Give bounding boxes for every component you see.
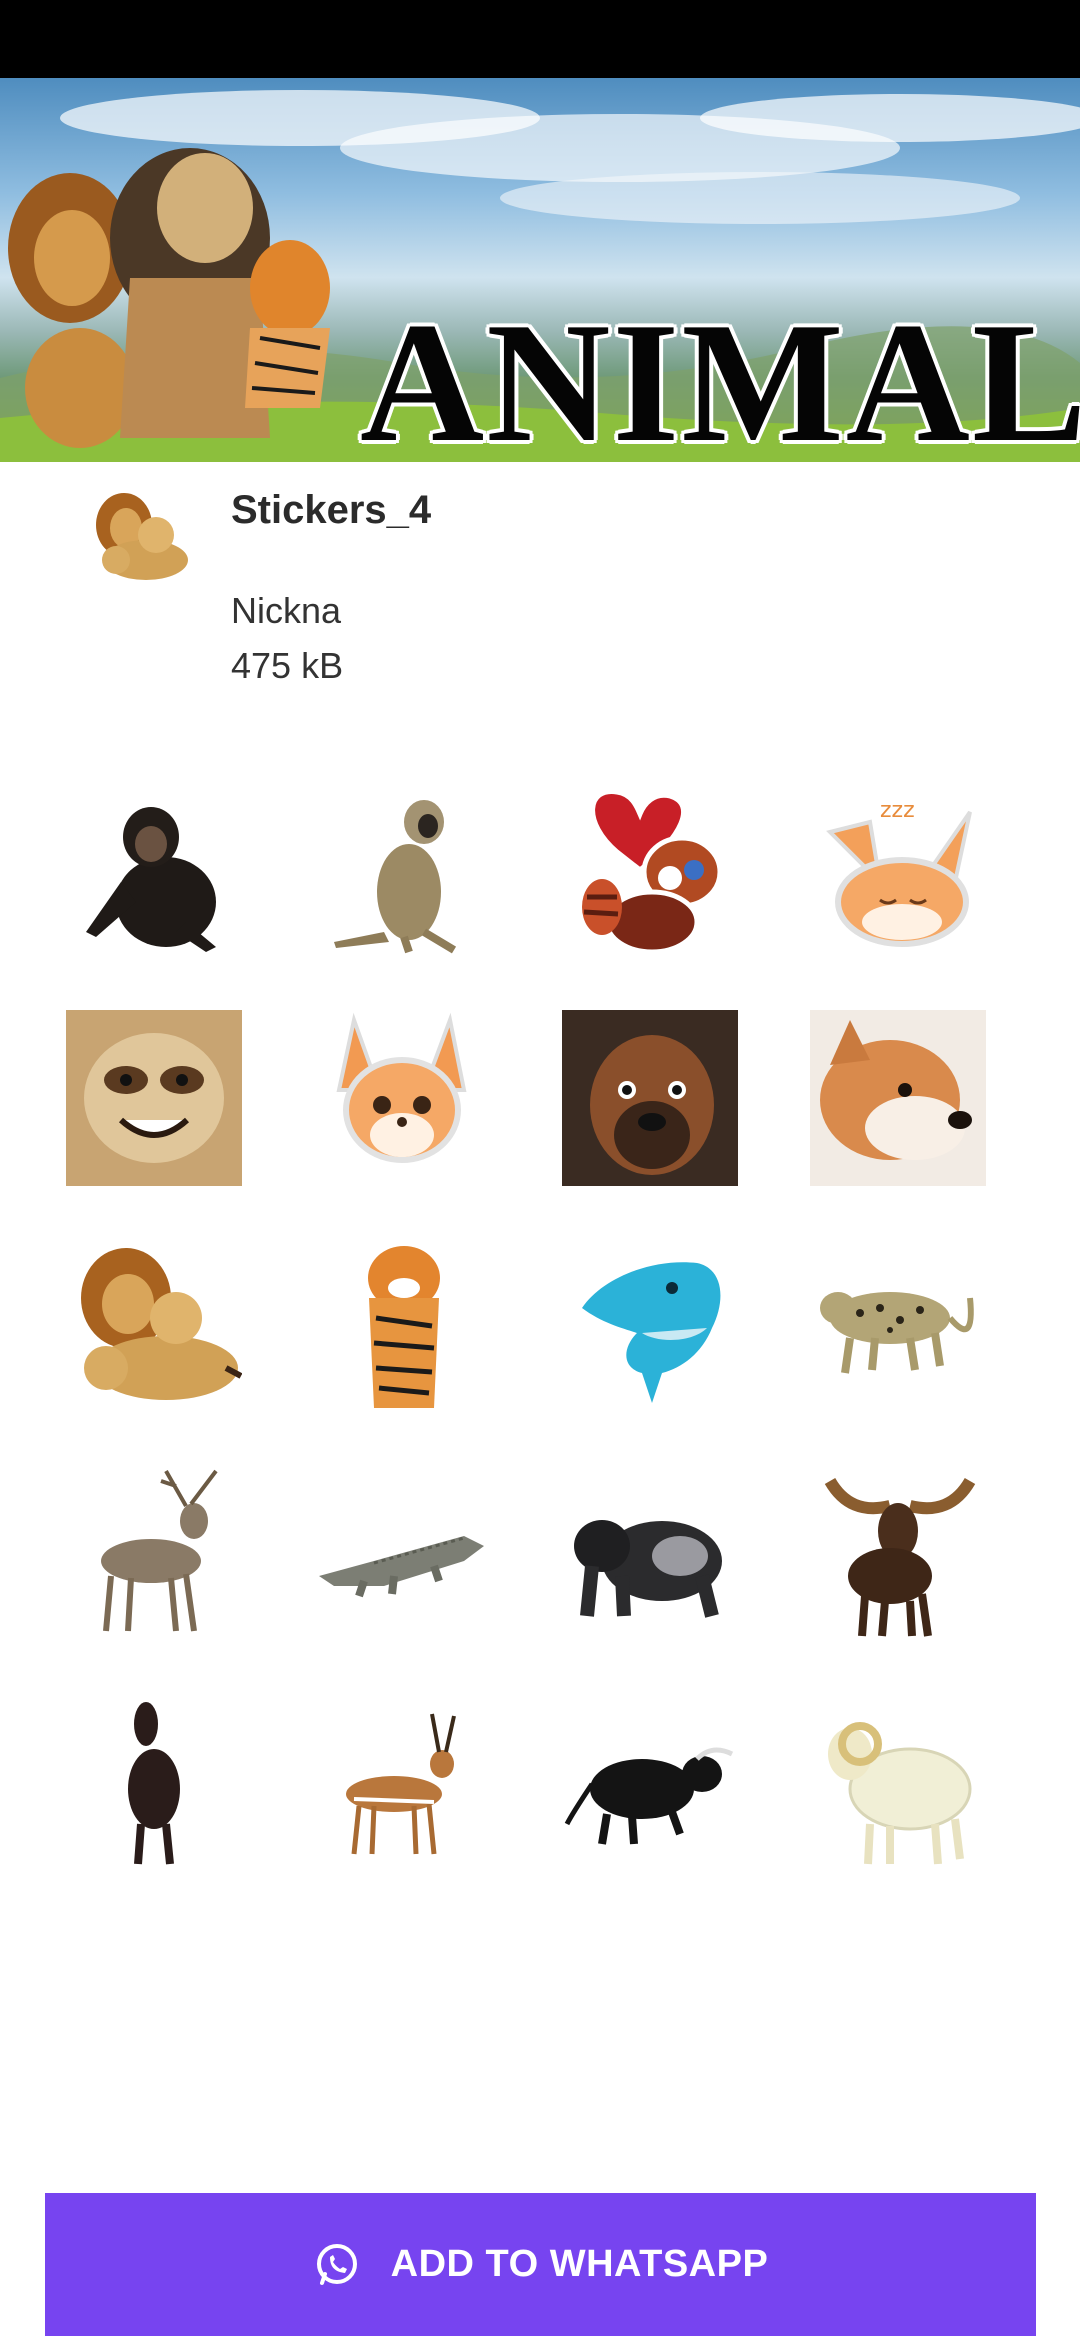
monkey-sticker[interactable]: [314, 782, 490, 958]
chimpanzee-icon: [86, 807, 216, 952]
status-bar: [0, 0, 1080, 78]
lion-family-icon: [96, 493, 188, 580]
leopard-icon: [820, 1292, 974, 1374]
red-panda-heart-sticker[interactable]: [562, 782, 738, 958]
deer-sticker[interactable]: [66, 1466, 242, 1642]
shiba-dog-photo-sticker[interactable]: [810, 1010, 986, 1186]
dolphin-icon: [582, 1262, 721, 1403]
antelope-icon: [346, 1713, 456, 1855]
sleeping-fox-sticker[interactable]: zzz: [810, 782, 986, 958]
add-to-whatsapp-label: ADD TO WHATSAPP: [390, 2243, 769, 2285]
tiger-sticker[interactable]: [314, 1238, 490, 1414]
sloth-icon: [66, 1010, 242, 1186]
sleeping-fox-icon: zzz: [826, 798, 972, 947]
pack-name: Stickers_4: [231, 488, 432, 532]
tiger-icon: [368, 1246, 440, 1408]
deer-icon: [101, 1469, 218, 1632]
crocodile-sticker[interactable]: [314, 1466, 490, 1642]
tray-icon: [84, 480, 194, 590]
horse-icon: [128, 1702, 180, 1865]
banner-title: ANIMAL: [360, 288, 1080, 462]
moose-sticker[interactable]: [810, 1466, 986, 1642]
boxer-dog-photo-sticker[interactable]: [562, 1010, 738, 1186]
whatsapp-icon: [316, 2243, 357, 2285]
crocodile-icon: [319, 1536, 484, 1598]
lion-family-sticker[interactable]: [66, 1238, 242, 1414]
dolphin-sticker[interactable]: [562, 1238, 738, 1414]
svg-text:zzz: zzz: [880, 798, 915, 823]
pack-banner: ANIMAL: [0, 78, 1080, 462]
boxer-dog-icon: [562, 1010, 738, 1186]
horse-sticker[interactable]: [66, 1694, 242, 1870]
ram-icon: [828, 1722, 972, 1865]
pack-size: 475 kB: [231, 645, 344, 686]
chimpanzee-sticker[interactable]: [66, 782, 242, 958]
gorilla-icon: [574, 1520, 722, 1618]
shiba-dog-icon: [810, 1010, 986, 1186]
cartoon-fox-sticker[interactable]: [314, 1010, 490, 1186]
leopard-sticker[interactable]: [810, 1238, 986, 1414]
ram-sticker[interactable]: [810, 1694, 986, 1870]
moose-icon: [824, 1477, 976, 1637]
gorilla-sticker[interactable]: [562, 1466, 738, 1642]
sticker-grid: zzz: [66, 782, 1014, 1872]
bull-sticker[interactable]: [562, 1694, 738, 1870]
add-to-whatsapp-button[interactable]: ADD TO WHATSAPP: [45, 2193, 1036, 2336]
sloth-photo-sticker[interactable]: [66, 1010, 242, 1186]
red-panda-icon: [582, 789, 723, 955]
pack-author: Nickna: [231, 590, 342, 631]
bull-icon: [564, 1747, 734, 1845]
monkey-icon: [334, 800, 457, 954]
antelope-sticker[interactable]: [314, 1694, 490, 1870]
lion-family-icon-large: [81, 1248, 242, 1400]
cartoon-fox-icon: [336, 1012, 467, 1163]
